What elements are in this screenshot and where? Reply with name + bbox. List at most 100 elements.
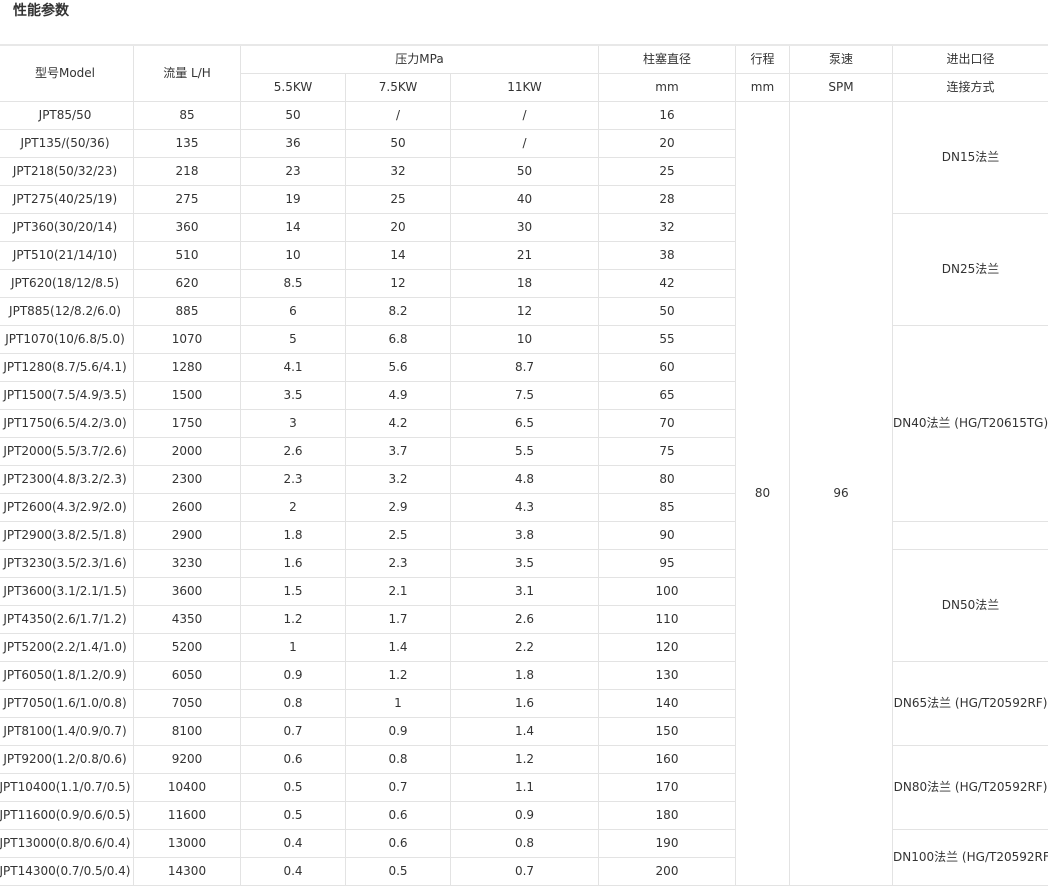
pressure-11kw-cell: 10 [451, 326, 599, 354]
model-header: 型号Model [0, 45, 134, 102]
plunger-cell: 160 [599, 746, 736, 774]
port-connection-cell: DN100法兰 (HG/T20592RF) [893, 830, 1048, 886]
flow-cell: 1750 [134, 410, 241, 438]
pressure-11kw-cell: 3.8 [451, 522, 599, 550]
pressure-5-5kw-cell: 2.3 [241, 466, 346, 494]
pressure-5-5kw-cell: 0.9 [241, 662, 346, 690]
plunger-cell: 170 [599, 774, 736, 802]
pressure-11kw-cell: 7.5 [451, 382, 599, 410]
plunger-header: 柱塞直径 [599, 45, 736, 74]
flow-cell: 9200 [134, 746, 241, 774]
speed-header: 泵速 [790, 45, 893, 74]
model-cell: JPT11600(0.9/0.6/0.5) [0, 802, 134, 830]
model-cell: JPT2600(4.3/2.9/2.0) [0, 494, 134, 522]
pressure-7-5kw-cell: 0.6 [346, 802, 451, 830]
pressure-11kw-cell: 3.1 [451, 578, 599, 606]
plunger-cell: 70 [599, 410, 736, 438]
model-cell: JPT1070(10/6.8/5.0) [0, 326, 134, 354]
flow-cell: 360 [134, 214, 241, 242]
pressure-7-5kw-cell: 3.7 [346, 438, 451, 466]
pressure-5-5kw-cell: 1.2 [241, 606, 346, 634]
pressure-11kw-cell: 2.2 [451, 634, 599, 662]
pressure-7-5kw-cell: 2.3 [346, 550, 451, 578]
flow-cell: 1280 [134, 354, 241, 382]
flow-cell: 2000 [134, 438, 241, 466]
pressure-7-5kw-cell: 0.7 [346, 774, 451, 802]
pressure-7-5kw-cell: 1.7 [346, 606, 451, 634]
flow-cell: 2300 [134, 466, 241, 494]
plunger-cell: 16 [599, 102, 736, 130]
plunger-cell: 200 [599, 858, 736, 886]
model-cell: JPT7050(1.6/1.0/0.8) [0, 690, 134, 718]
model-cell: JPT85/50 [0, 102, 134, 130]
flow-cell: 3230 [134, 550, 241, 578]
pressure-5-5kw-cell: 0.7 [241, 718, 346, 746]
stroke-value-cell: 80 [736, 102, 790, 886]
model-cell: JPT14300(0.7/0.5/0.4) [0, 858, 134, 886]
table-body: JPT85/508550//168096DN15法兰JPT135/(50/36)… [0, 102, 1048, 886]
table-row: JPT85/508550//168096DN15法兰 [0, 102, 1048, 130]
flow-cell: 620 [134, 270, 241, 298]
spec-table: 型号Model 流量 L/H 压力MPa 柱塞直径 行程 泵速 进出口径 5.5… [0, 44, 1048, 886]
plunger-cell: 90 [599, 522, 736, 550]
pressure-11kw-cell: 3.5 [451, 550, 599, 578]
header-row-1: 型号Model 流量 L/H 压力MPa 柱塞直径 行程 泵速 进出口径 [0, 45, 1048, 74]
model-cell: JPT1750(6.5/4.2/3.0) [0, 410, 134, 438]
pressure-5-5kw-cell: 14 [241, 214, 346, 242]
pressure-11kw-cell: 4.8 [451, 466, 599, 494]
pressure-7-5kw-cell: 0.5 [346, 858, 451, 886]
pressure-7-5kw-cell: 25 [346, 186, 451, 214]
pressure-11kw-cell: 4.3 [451, 494, 599, 522]
pressure-7-5kw-cell: 1.4 [346, 634, 451, 662]
port-connection-cell: DN80法兰 (HG/T20592RF) [893, 746, 1048, 830]
port-header: 进出口径 [893, 45, 1048, 74]
pressure-11kw-cell: 6.5 [451, 410, 599, 438]
plunger-cell: 180 [599, 802, 736, 830]
pressure-5-5kw-cell: 6 [241, 298, 346, 326]
pressure-7-5kw-cell: 12 [346, 270, 451, 298]
pressure-7-5kw-cell: 14 [346, 242, 451, 270]
pressure-5-5kw-cell: 1.5 [241, 578, 346, 606]
plunger-cell: 150 [599, 718, 736, 746]
plunger-cell: 20 [599, 130, 736, 158]
port-connection-cell: DN65法兰 (HG/T20592RF) [893, 662, 1048, 746]
speed-unit-header: SPM [790, 74, 893, 102]
pressure-5-5kw-header: 5.5KW [241, 74, 346, 102]
pressure-5-5kw-cell: 23 [241, 158, 346, 186]
plunger-cell: 95 [599, 550, 736, 578]
plunger-cell: 38 [599, 242, 736, 270]
model-cell: JPT13000(0.8/0.6/0.4) [0, 830, 134, 858]
pressure-5-5kw-cell: 50 [241, 102, 346, 130]
flow-cell: 1500 [134, 382, 241, 410]
pressure-5-5kw-cell: 1.8 [241, 522, 346, 550]
pressure-11kw-cell: 30 [451, 214, 599, 242]
model-cell: JPT8100(1.4/0.9/0.7) [0, 718, 134, 746]
plunger-unit-header: mm [599, 74, 736, 102]
pressure-11kw-cell: 0.9 [451, 802, 599, 830]
model-cell: JPT218(50/32/23) [0, 158, 134, 186]
pressure-5-5kw-cell: 1.6 [241, 550, 346, 578]
pressure-5-5kw-cell: 3 [241, 410, 346, 438]
flow-cell: 2600 [134, 494, 241, 522]
pressure-7-5kw-cell: 32 [346, 158, 451, 186]
port-connection-cell: DN40法兰 (HG/T20615TG) [893, 326, 1048, 522]
flow-cell: 510 [134, 242, 241, 270]
speed-value-cell: 96 [790, 102, 893, 886]
pressure-11kw-cell: 8.7 [451, 354, 599, 382]
pressure-7-5kw-cell: 50 [346, 130, 451, 158]
plunger-cell: 190 [599, 830, 736, 858]
plunger-cell: 75 [599, 438, 736, 466]
flow-cell: 85 [134, 102, 241, 130]
pressure-7-5kw-cell: 3.2 [346, 466, 451, 494]
plunger-cell: 120 [599, 634, 736, 662]
flow-cell: 7050 [134, 690, 241, 718]
pressure-7-5kw-cell: 1.2 [346, 662, 451, 690]
pressure-11kw-cell: 12 [451, 298, 599, 326]
plunger-cell: 110 [599, 606, 736, 634]
port-connection-header: 连接方式 [893, 74, 1048, 102]
pressure-7-5kw-cell: 2.5 [346, 522, 451, 550]
pressure-11kw-cell: / [451, 102, 599, 130]
pressure-5-5kw-cell: 10 [241, 242, 346, 270]
plunger-cell: 130 [599, 662, 736, 690]
pressure-11kw-cell: 18 [451, 270, 599, 298]
